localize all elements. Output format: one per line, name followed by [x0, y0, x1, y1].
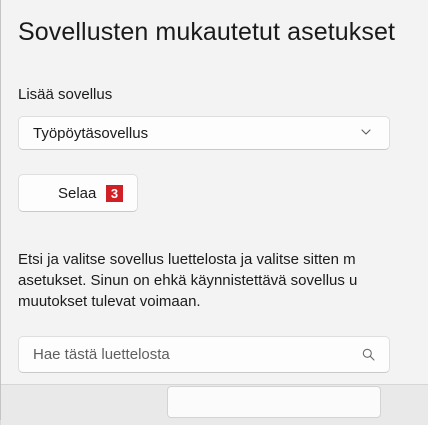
browse-button[interactable]: Selaa 3 — [18, 174, 138, 212]
app-type-selected-value: Työpöytäsovellus — [33, 125, 149, 142]
instructions-text: Etsi ja valitse sovellus luettelosta ja … — [18, 249, 357, 312]
add-app-label: Lisää sovellus — [18, 86, 113, 103]
dialog-title: Sovellusten mukautetut asetukset — [18, 18, 396, 46]
search-input[interactable] — [19, 337, 349, 372]
footer-button[interactable] — [167, 386, 381, 418]
app-custom-settings-dialog: Sovellusten mukautetut asetukset Lisää s… — [0, 0, 428, 425]
instructions-line: muutokset tulevat voimaan. — [18, 293, 201, 310]
step-number-badge: 3 — [106, 185, 123, 202]
search-icon[interactable] — [362, 348, 375, 361]
browse-button-label: Selaa — [58, 185, 97, 202]
app-type-dropdown[interactable]: Työpöytäsovellus — [18, 116, 390, 150]
app-list-search-box[interactable] — [18, 336, 390, 373]
instructions-line: Etsi ja valitse sovellus luettelosta ja … — [18, 251, 356, 268]
instructions-line: asetukset. Sinun on ehkä käynnistettävä … — [18, 272, 358, 289]
chevron-down-icon — [361, 129, 371, 135]
